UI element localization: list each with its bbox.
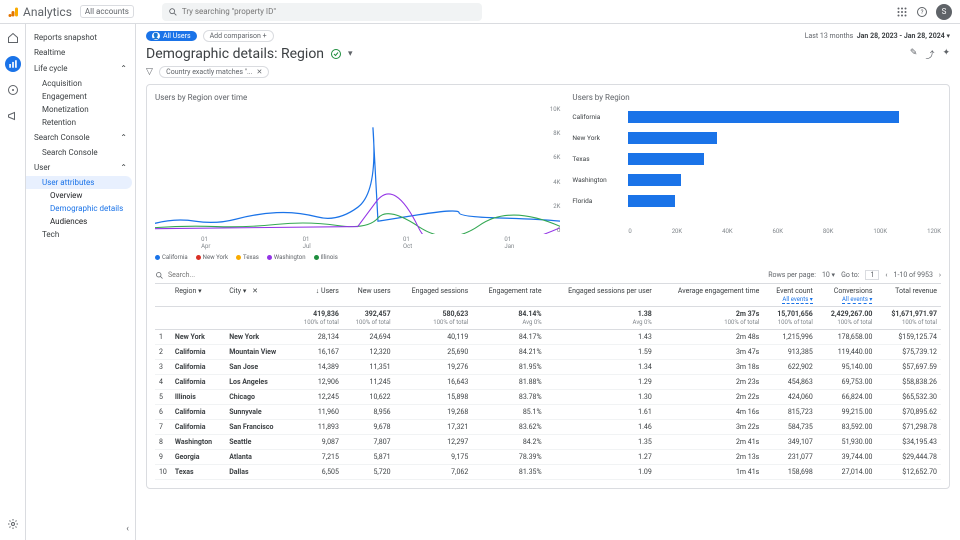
- col-avg-eng[interactable]: Average engagement time: [656, 284, 763, 307]
- table-row[interactable]: 10TexasDallas6,5055,7207,06281.35%1.091m…: [155, 465, 941, 480]
- col-new-users[interactable]: New users: [343, 284, 395, 307]
- topbar: Analytics All accounts ? S: [0, 0, 960, 24]
- line-chart: 10K8K6K4K2K0: [155, 106, 560, 234]
- col-eng-per-user[interactable]: Engaged sessions per user: [546, 284, 656, 307]
- verified-icon: [330, 48, 342, 60]
- svg-text:?: ?: [921, 9, 924, 16]
- accounts-dropdown[interactable]: All accounts: [80, 5, 134, 18]
- col-eng-rate[interactable]: Engagement rate: [472, 284, 545, 307]
- chevron-up-icon: ⌃: [120, 133, 127, 142]
- reports-icon: [8, 59, 18, 69]
- segment-chip[interactable]: 👤All Users: [146, 31, 197, 41]
- search-icon: [155, 271, 164, 280]
- search-icon: [168, 7, 178, 17]
- date-range[interactable]: Last 13 months Jan 28, 2023 - Jan 28, 20…: [805, 32, 950, 40]
- col-region[interactable]: Region ▾: [171, 284, 225, 307]
- apps-icon[interactable]: [896, 6, 908, 18]
- sidebar-collapse[interactable]: ‹: [126, 524, 129, 534]
- rail-explore[interactable]: [5, 82, 21, 98]
- bar-chart-title: Users by Region: [572, 93, 941, 102]
- close-icon[interactable]: ✕: [257, 68, 263, 76]
- table-row[interactable]: 5IllinoisChicago12,24510,62215,89883.78%…: [155, 390, 941, 405]
- share-icon[interactable]: ⤴: [925, 48, 934, 61]
- table-row[interactable]: 9GeorgiaAtlanta7,2155,8719,17578.39%1.27…: [155, 450, 941, 465]
- col-revenue[interactable]: Total revenue: [876, 284, 941, 307]
- sidebar-lifecycle[interactable]: Life cycle⌃: [26, 60, 135, 77]
- insights-icon[interactable]: ✦: [942, 48, 950, 61]
- col-users[interactable]: ↓ Users: [291, 284, 343, 307]
- col-conversions[interactable]: ConversionsAll events ▾: [817, 284, 877, 307]
- global-search[interactable]: [162, 3, 482, 21]
- line-legend: CaliforniaNew YorkTexasWashingtonIllinoi…: [155, 254, 560, 261]
- sidebar-search-console[interactable]: Search Console⌃: [26, 129, 135, 146]
- bar-chart: CaliforniaNew YorkTexasWashingtonFlorida: [572, 106, 941, 226]
- table-row[interactable]: 2CaliforniaMountain View16,16712,32025,6…: [155, 345, 941, 360]
- people-icon: 👤: [152, 32, 160, 40]
- filter-icon: ▽: [146, 67, 153, 77]
- analytics-logo-icon: [8, 6, 20, 18]
- user-avatar[interactable]: S: [936, 4, 952, 20]
- table-row[interactable]: 7CaliforniaSan Francisco11,8939,67817,32…: [155, 420, 941, 435]
- line-chart-title: Users by Region over time: [155, 93, 560, 102]
- filter-chip[interactable]: Country exactly matches "...✕: [159, 66, 269, 78]
- table-row[interactable]: 3CaliforniaSan Jose14,38911,35119,27681.…: [155, 360, 941, 375]
- sidebar-reports-snapshot[interactable]: Reports snapshot: [26, 30, 135, 45]
- rail-reports[interactable]: [5, 56, 21, 72]
- rows-per-page-select[interactable]: 10 ▾: [822, 271, 835, 279]
- rail-advertising[interactable]: [5, 108, 21, 124]
- search-input[interactable]: [182, 7, 476, 16]
- app-name: Analytics: [23, 5, 72, 19]
- table-row[interactable]: 1New YorkNew York28,13424,69440,11984.17…: [155, 330, 941, 345]
- sidebar-user-attributes[interactable]: User attributes: [26, 176, 132, 189]
- help-icon[interactable]: ?: [916, 6, 928, 18]
- sidebar-tech[interactable]: Tech: [26, 228, 135, 241]
- data-table: Region ▾ City ▾ ✕ ↓ Users New users Enga…: [155, 284, 941, 480]
- page-title: Demographic details: Region: [146, 46, 324, 62]
- content: 👤All Users Add comparison + Last 13 mont…: [136, 24, 960, 540]
- chevron-up-icon: ⌃: [120, 64, 127, 73]
- table-row[interactable]: 4CaliforniaLos Angeles12,90611,24516,643…: [155, 375, 941, 390]
- title-dropdown[interactable]: ▾: [348, 49, 353, 59]
- sidebar-sc-item[interactable]: Search Console: [26, 146, 135, 159]
- sidebar-engagement[interactable]: Engagement: [26, 90, 135, 103]
- rail-home[interactable]: [5, 30, 21, 46]
- sidebar-overview[interactable]: Overview: [26, 189, 135, 202]
- gear-icon: [7, 518, 19, 530]
- sidebar-audiences[interactable]: Audiences: [26, 215, 135, 228]
- add-comparison-button[interactable]: Add comparison +: [203, 30, 274, 42]
- home-icon: [7, 32, 19, 44]
- sidebar-user[interactable]: User⌃: [26, 159, 135, 176]
- col-city[interactable]: City ▾ ✕: [225, 284, 291, 307]
- sidebar-monetization[interactable]: Monetization: [26, 103, 135, 116]
- sidebar-acquisition[interactable]: Acquisition: [26, 77, 135, 90]
- nav-rail: [0, 24, 26, 540]
- table-row[interactable]: 6CaliforniaSunnyvale11,9608,95619,26885.…: [155, 405, 941, 420]
- customize-icon[interactable]: ✎: [910, 48, 918, 61]
- page-next[interactable]: ›: [939, 271, 941, 279]
- goto-input[interactable]: 1: [865, 270, 879, 280]
- megaphone-icon: [7, 110, 19, 122]
- sidebar-demographic-details[interactable]: Demographic details: [26, 202, 135, 215]
- col-eng-sess[interactable]: Engaged sessions: [395, 284, 473, 307]
- table-search-input[interactable]: [168, 271, 268, 279]
- sidebar-realtime[interactable]: Realtime: [26, 45, 135, 60]
- sidebar-retention[interactable]: Retention: [26, 116, 135, 129]
- table-row[interactable]: 8WashingtonSeattle9,0877,80712,29784.2%1…: [155, 435, 941, 450]
- rail-admin[interactable]: [5, 516, 21, 532]
- page-prev[interactable]: ‹: [885, 271, 887, 279]
- app-logo[interactable]: Analytics: [8, 5, 72, 19]
- col-event-count[interactable]: Event countAll events ▾: [763, 284, 817, 307]
- sidebar: Reports snapshot Realtime Life cycle⌃ Ac…: [26, 24, 136, 540]
- explore-icon: [7, 84, 19, 96]
- chevron-up-icon: ⌃: [120, 163, 127, 172]
